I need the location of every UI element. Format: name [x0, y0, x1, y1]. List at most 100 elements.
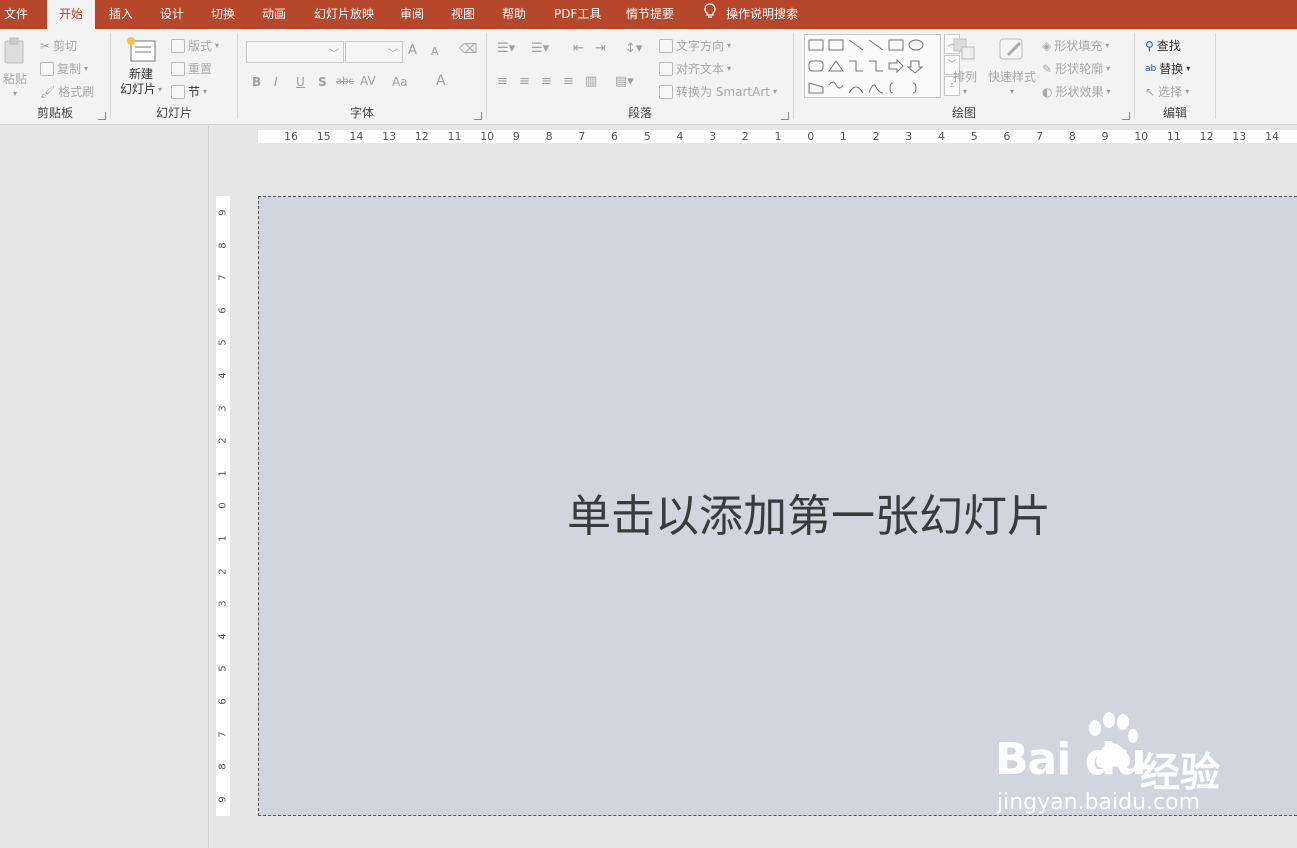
italic-button[interactable]: I — [274, 75, 278, 89]
tab-pdf-tools[interactable]: PDF工具 — [554, 0, 601, 29]
tell-me-search[interactable]: 操作说明搜索 — [704, 0, 798, 29]
shapes-gallery-icons — [808, 39, 924, 94]
select-button[interactable]: ↖ 选择 ▾ — [1145, 83, 1189, 100]
columns-icon[interactable]: ▤▾ — [615, 74, 634, 89]
drawing-launcher-icon[interactable] — [1122, 112, 1130, 120]
text-direction-button[interactable]: 文字方向 ▾ — [659, 37, 731, 54]
smartart-button[interactable]: 转换为 SmartArt ▾ — [659, 83, 777, 100]
align-right-icon[interactable]: ≡ — [541, 74, 552, 89]
slide-thumbnail-pane[interactable] — [0, 126, 209, 848]
ruler-tick-label: 15 — [316, 130, 331, 143]
drawing-group-label: 绘图 — [951, 106, 976, 120]
layout-button[interactable]: 版式 ▾ — [171, 37, 219, 54]
chevron-down-icon: ▾ — [84, 64, 89, 73]
quick-styles-button[interactable]: 快速样式 ▾ — [988, 37, 1036, 96]
clipboard-launcher-icon[interactable] — [98, 112, 106, 120]
tab-design[interactable]: 设计 — [160, 0, 184, 29]
paragraph-launcher-icon[interactable] — [781, 112, 789, 120]
shape-fill-button[interactable]: ◈ 形状填充 ▾ — [1042, 37, 1109, 54]
format-painter-label: 格式刷 — [58, 85, 95, 99]
chevron-down-icon: ▾ — [1105, 41, 1110, 50]
clear-format-icon[interactable]: ⌫ — [459, 42, 477, 57]
shape-effects-button[interactable]: ◐ 形状效果 ▾ — [1042, 83, 1111, 100]
ruler-tick-label: 1 — [839, 130, 847, 143]
add-first-slide-placeholder[interactable]: 单击以添加第一张幻灯片 — [259, 480, 1297, 544]
format-painter-button[interactable]: 🖌 格式刷 — [40, 83, 94, 100]
shape-outline-label: 形状轮廓 — [1055, 62, 1104, 76]
new-slide-label-1: 新建 — [129, 67, 154, 81]
font-size-combo[interactable]: ﹀ — [345, 41, 403, 63]
align-left-icon[interactable]: ≡ — [497, 74, 508, 89]
chevron-down-icon: ▾ — [1186, 64, 1191, 73]
align-text-button[interactable]: 对齐文本 ▾ — [659, 60, 731, 77]
reset-icon — [171, 61, 185, 76]
chevron-down-icon: ▾ — [772, 87, 777, 96]
tab-insert[interactable]: 插入 — [109, 0, 133, 29]
paste-button[interactable]: 粘贴 ▾ — [3, 37, 27, 98]
find-button[interactable]: ⚲ 查找 — [1145, 37, 1181, 54]
bold-button[interactable]: B — [252, 75, 261, 89]
change-case-button[interactable]: Aa — [392, 75, 408, 89]
shape-outline-button[interactable]: ✎ 形状轮廓 ▾ — [1042, 60, 1110, 77]
shrink-font-button[interactable]: A — [431, 45, 439, 58]
chevron-down-icon: ▾ — [727, 64, 732, 73]
tab-animations[interactable]: 动画 — [262, 0, 286, 29]
character-spacing-button[interactable]: AV — [360, 74, 376, 88]
tab-help[interactable]: 帮助 — [502, 0, 526, 29]
increase-indent-icon[interactable]: ⇥ — [595, 41, 606, 56]
ruler-tick-label: 14 — [1265, 130, 1279, 143]
cut-button[interactable]: ✂ 剪切 — [40, 37, 77, 54]
section-button[interactable]: 节 ▾ — [171, 83, 207, 100]
decrease-indent-icon[interactable]: ⇤ — [573, 41, 584, 56]
ruler-tick-label: 9 — [1101, 130, 1109, 143]
ruler-tick-label: 6 — [1003, 130, 1011, 143]
layout-icon — [171, 38, 185, 53]
select-label: 选择 — [1158, 85, 1183, 99]
tab-file[interactable]: 文件 — [4, 0, 28, 29]
tab-transitions[interactable]: 切换 — [211, 0, 235, 29]
chevron-down-icon: ▾ — [1106, 64, 1111, 73]
new-slide-button[interactable]: 新建 幻灯片 ▾ — [120, 35, 162, 97]
ruler-tick-label: 12 — [414, 130, 429, 143]
ruler-tick-label: 3 — [905, 130, 913, 143]
font-name-combo[interactable]: ﹀ — [246, 41, 344, 63]
replace-button[interactable]: ab 替换 ▾ — [1145, 60, 1190, 77]
bullets-icon[interactable]: ☰▾ — [497, 41, 515, 56]
numbering-icon[interactable]: ☰▾ — [531, 41, 549, 56]
font-launcher-icon[interactable] — [474, 112, 482, 120]
strikethrough-button[interactable]: abc — [336, 76, 354, 87]
line-spacing-icon[interactable]: ↕▾ — [625, 41, 642, 56]
tab-home[interactable]: 开始 — [47, 0, 96, 29]
shadow-button[interactable]: S — [318, 75, 327, 89]
ruler-tick-label: 8 — [217, 241, 229, 249]
shapes-gallery[interactable] — [804, 34, 941, 98]
align-text-label: 对齐文本 — [676, 62, 725, 76]
ruler-tick-label: 14 — [349, 130, 364, 143]
distributed-icon[interactable]: ▥ — [585, 74, 597, 89]
clipboard-group-label: 剪贴板 — [36, 106, 73, 120]
underline-button[interactable]: U — [296, 75, 305, 89]
reset-button[interactable]: 重置 — [171, 60, 212, 77]
tell-me-label: 操作说明搜索 — [726, 7, 799, 21]
ruler-tick-label: 4 — [217, 372, 229, 379]
chevron-down-icon: ▾ — [158, 85, 163, 94]
ruler-tick-label: 3 — [217, 404, 229, 412]
tab-review[interactable]: 审阅 — [400, 0, 424, 29]
ruler-tick-label: 11 — [447, 130, 462, 143]
tab-view[interactable]: 视图 — [451, 0, 475, 29]
font-color-button[interactable]: A — [436, 73, 446, 89]
tab-slideshow[interactable]: 幻灯片放映 — [314, 0, 374, 29]
justify-icon[interactable]: ≡ — [563, 74, 574, 89]
arrange-button[interactable]: 排列 ▾ — [952, 37, 978, 96]
align-center-icon[interactable]: ≡ — [519, 74, 530, 89]
ruler-tick-label: 9 — [512, 130, 520, 143]
search-icon: ⚲ — [1145, 38, 1154, 53]
shape-fill-label: 形状填充 — [1054, 39, 1103, 53]
pencil-icon: ✎ — [1042, 61, 1053, 76]
align-text-icon — [659, 61, 673, 76]
copy-button[interactable]: 复制 ▾ — [40, 60, 88, 77]
ruler-tick-label: 2 — [217, 567, 229, 575]
tab-storyboard[interactable]: 情节提要 — [626, 0, 674, 29]
grow-font-button[interactable]: A — [408, 43, 417, 58]
paint-bucket-icon: ◈ — [1042, 38, 1052, 53]
